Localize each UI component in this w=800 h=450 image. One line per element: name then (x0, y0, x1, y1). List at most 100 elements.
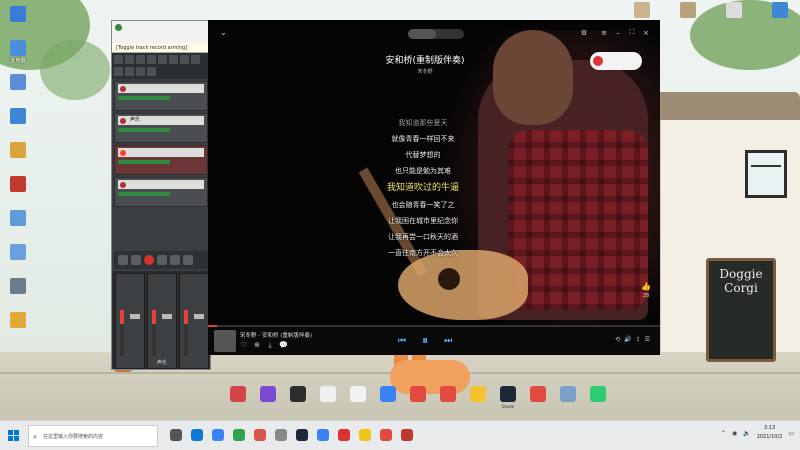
download-icon[interactable]: ⤓ (266, 341, 274, 350)
menu-icon[interactable]: ≡ (600, 29, 608, 37)
taskbar-app-icon[interactable] (401, 429, 413, 441)
desktop-icon[interactable] (670, 2, 706, 20)
tab-comments[interactable] (436, 29, 464, 39)
record-arm-button[interactable] (120, 182, 126, 188)
shelf-app-icon[interactable] (256, 386, 280, 416)
desktop-icon[interactable] (0, 176, 36, 194)
volume-slider[interactable] (118, 128, 170, 132)
record-button[interactable] (144, 255, 154, 265)
taskbar-app-icon[interactable] (380, 429, 392, 441)
toolbar-button[interactable] (114, 67, 123, 76)
network-icon[interactable]: ◉ (732, 430, 737, 437)
shelf-app-icon[interactable] (376, 386, 400, 416)
shelf-app-icon[interactable] (226, 386, 250, 416)
track-name[interactable] (118, 148, 204, 157)
shelf-app-icon[interactable] (466, 386, 490, 416)
desktop-icon[interactable] (716, 2, 752, 20)
track-name[interactable] (118, 84, 204, 93)
lyric-line[interactable]: 我知道那些夏天 (348, 115, 498, 131)
rewind-button[interactable] (131, 255, 141, 265)
desktop-icon[interactable] (0, 6, 36, 24)
taskbar-app-icon[interactable] (191, 429, 203, 441)
start-windows-icon[interactable] (8, 430, 20, 442)
lyric-line[interactable]: 也只能是勉为其难 (348, 163, 498, 179)
notification-icon[interactable]: ▭ (788, 430, 794, 437)
shelf-app-icon[interactable] (586, 386, 610, 416)
volume-slider[interactable] (118, 192, 170, 196)
like-icon[interactable]: 👍 (641, 282, 651, 291)
taskbar-app-icon[interactable] (296, 429, 308, 441)
share-icon[interactable]: ⇪ (636, 336, 641, 343)
volume-fader[interactable] (162, 314, 172, 319)
chevron-up-icon[interactable]: ⌃ (721, 430, 726, 437)
now-playing-title[interactable]: 宋冬野 - 安和桥 (重制版伴奏) (240, 331, 312, 339)
stop-button[interactable] (183, 255, 193, 265)
reaper-titlebar[interactable] (112, 21, 210, 33)
volume-fader[interactable] (130, 314, 140, 319)
toolbar-button[interactable] (147, 55, 156, 64)
previous-icon[interactable]: ⏮ (398, 336, 406, 346)
reaper-menubar[interactable] (112, 33, 210, 43)
taskbar-app-icon[interactable] (317, 429, 329, 441)
record-arm-button[interactable] (120, 86, 126, 92)
toolbar-button[interactable] (114, 55, 123, 64)
album-cover[interactable] (214, 330, 236, 352)
track-name[interactable] (118, 180, 204, 189)
taskbar-app-icon[interactable] (254, 429, 266, 441)
shelf-app-icon[interactable] (346, 386, 370, 416)
volume-fader[interactable] (194, 314, 204, 319)
desktop-icon[interactable] (0, 142, 36, 160)
lyric-line[interactable]: 一直往南方开不会太久 (348, 245, 498, 261)
desktop-icon[interactable] (762, 2, 798, 20)
loop-icon[interactable]: ⟲ (615, 336, 620, 343)
playlist-icon[interactable]: ☰ (645, 336, 650, 343)
toolbar-button[interactable] (158, 55, 167, 64)
shelf-app-icon[interactable] (436, 386, 460, 416)
desktop-icon[interactable] (0, 108, 36, 126)
comment-icon[interactable]: 💬 (279, 341, 288, 350)
track-header[interactable] (114, 145, 208, 175)
lyric-line[interactable]: 代替梦想的 (348, 147, 498, 163)
desktop-icon[interactable] (0, 244, 36, 262)
lyric-line-current[interactable]: 我知道吹过的牛逼 (348, 179, 498, 197)
mini-popup[interactable] (590, 52, 642, 70)
taskbar-app-icon[interactable] (233, 429, 245, 441)
shelf-app-icon[interactable] (406, 386, 430, 416)
toolbar-button[interactable] (125, 67, 134, 76)
fullscreen-icon[interactable]: ⛶ (628, 28, 636, 37)
toolbar-button[interactable] (136, 67, 145, 76)
volume-slider[interactable] (118, 96, 170, 100)
toolbar-button[interactable] (180, 55, 189, 64)
pause-icon[interactable]: ⏸ (422, 333, 428, 348)
next-icon[interactable]: ⏭ (444, 336, 452, 346)
taskbar-search-input[interactable]: ⌕ 在这里输入你要搜索的内容 (28, 425, 158, 447)
desktop-icon[interactable] (0, 278, 36, 296)
lyric-line[interactable]: 让我困在城市里纪念你 (348, 213, 498, 229)
minimize-icon[interactable]: – (614, 29, 622, 37)
toolbar-button[interactable] (136, 55, 145, 64)
taskbar-app-icon[interactable] (338, 429, 350, 441)
lyric-line[interactable]: 也会随青春一笑了之 (348, 197, 498, 213)
taskbar-app-icon[interactable] (212, 429, 224, 441)
lyric-line[interactable]: 让我再尝一口秋天的酒 (348, 229, 498, 245)
shelf-app-icon[interactable] (316, 386, 340, 416)
close-icon[interactable]: × (642, 29, 650, 37)
shelf-app-icon[interactable] (556, 386, 580, 416)
tab-lyrics[interactable] (408, 29, 436, 39)
record-arm-button[interactable] (120, 118, 126, 124)
play-button[interactable] (157, 255, 167, 265)
song-artist[interactable]: 宋冬野 (358, 68, 492, 75)
shelf-app-icon[interactable]: Steam (496, 386, 520, 416)
taskbar-app-icon[interactable] (275, 429, 287, 441)
record-arm-button[interactable] (120, 150, 126, 156)
taskbar-clock[interactable]: 3:13 2021/10/2 (757, 424, 783, 442)
heart-icon[interactable]: ♡ (240, 341, 248, 350)
toolbar-button[interactable] (191, 55, 200, 64)
toolbar-button[interactable] (147, 67, 156, 76)
taskbar-app-icon[interactable] (170, 429, 182, 441)
volume-icon[interactable]: 🔊 (624, 336, 631, 343)
pause-button[interactable] (170, 255, 180, 265)
shelf-app-icon[interactable] (286, 386, 310, 416)
volume-slider[interactable] (118, 160, 170, 164)
track-name[interactable]: 声乐 (118, 116, 204, 125)
